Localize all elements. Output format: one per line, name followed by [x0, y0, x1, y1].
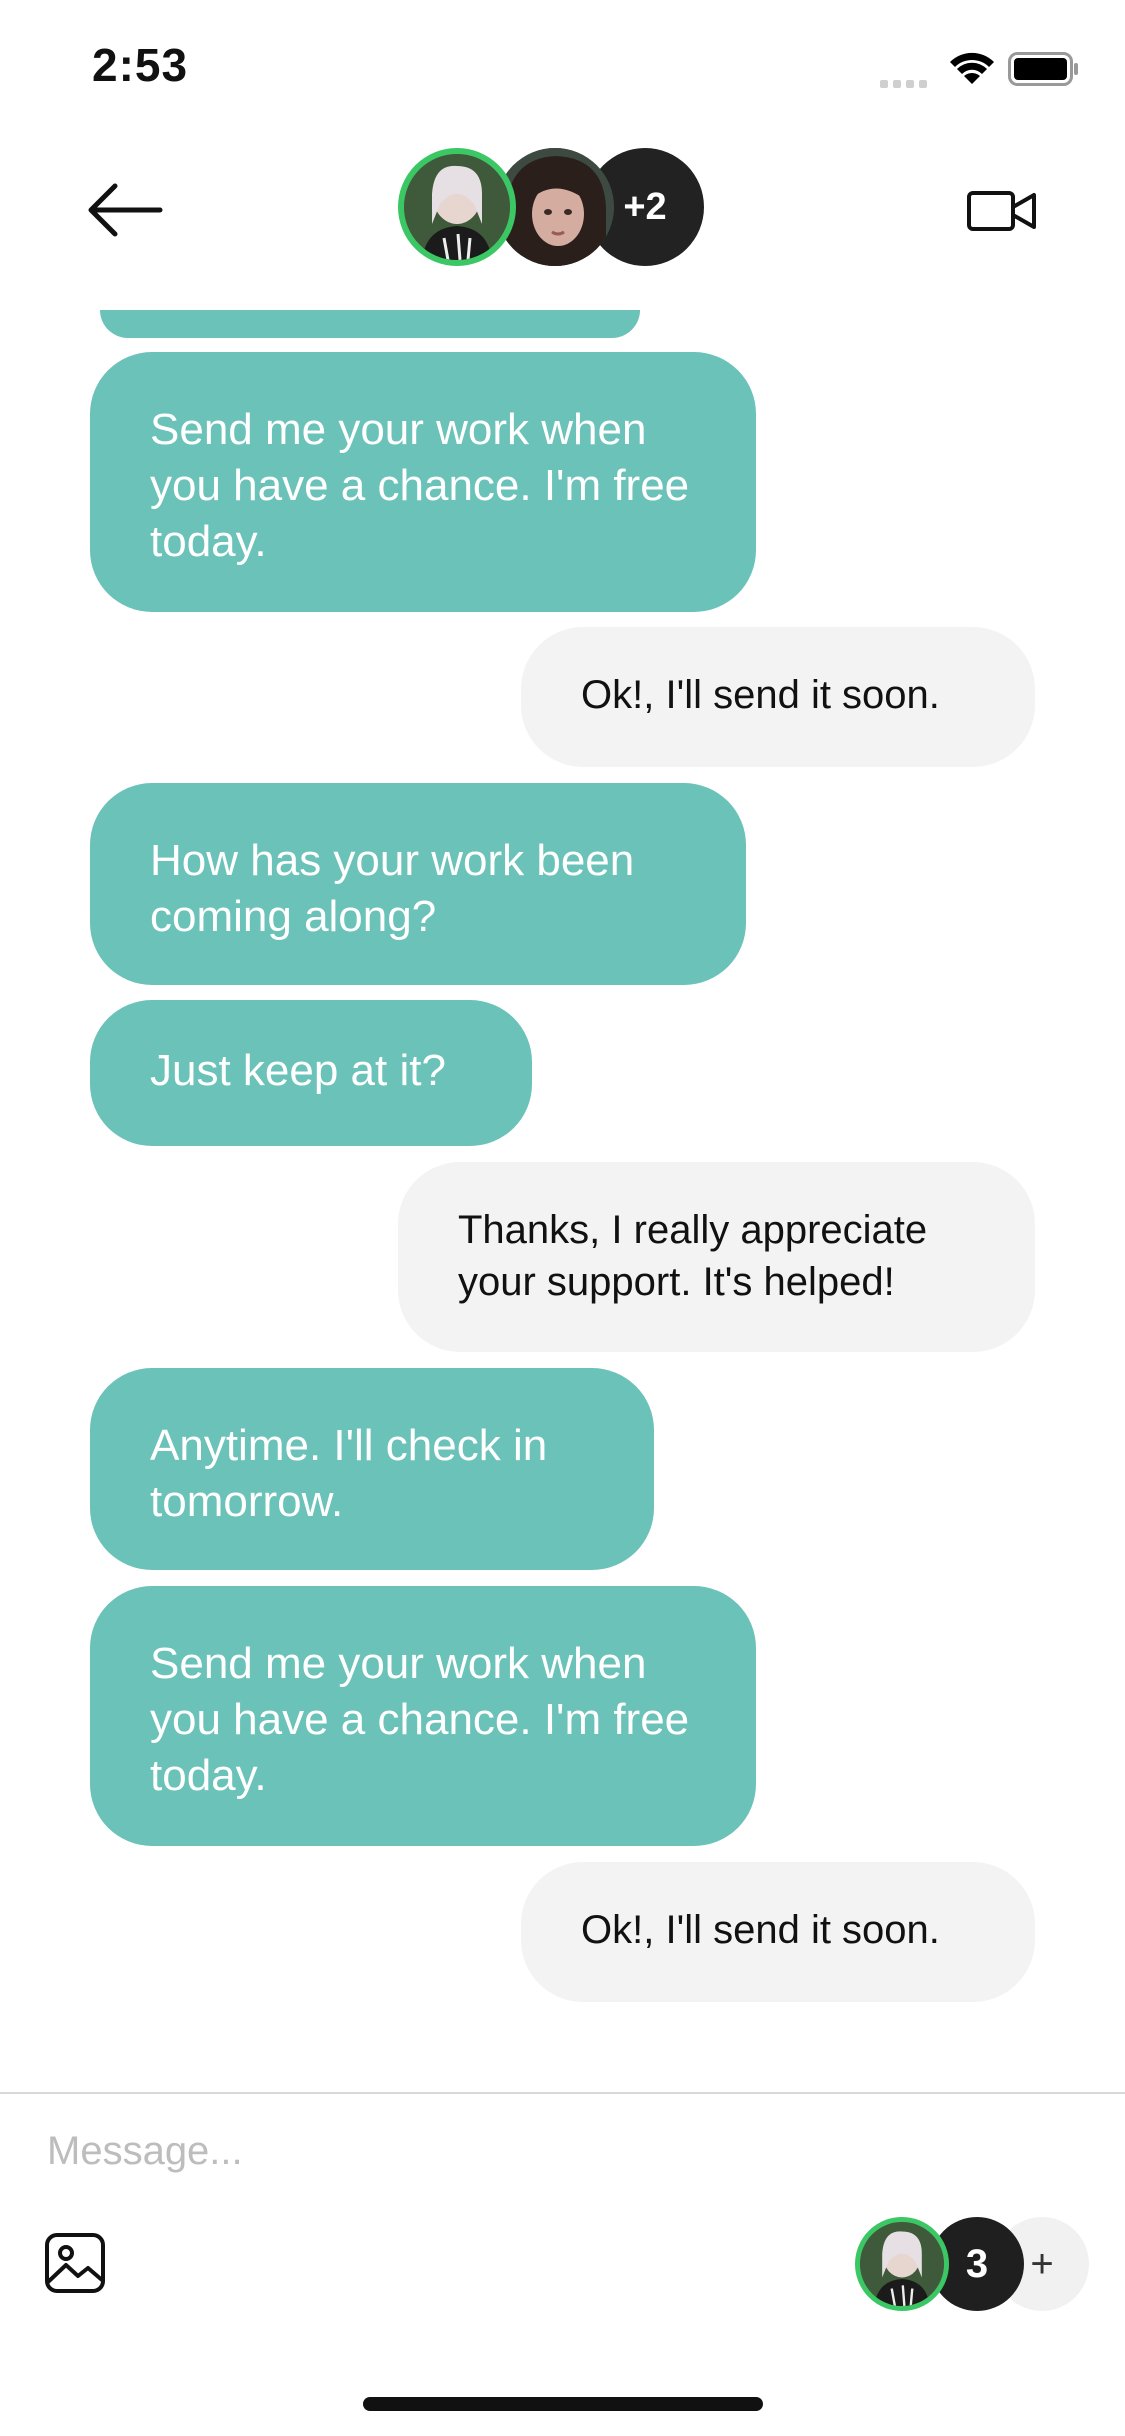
message-input[interactable]	[45, 2125, 849, 2177]
message-text: Just keep at it?	[150, 1046, 446, 1095]
message-text: Ok!, I'll send it soon.	[581, 1908, 940, 1952]
message-bubble-incoming[interactable]: Ok!, I'll send it soon.	[521, 627, 1035, 767]
person-avatar-icon	[860, 2222, 944, 2306]
chat-header: +2	[0, 130, 1125, 320]
gallery-icon[interactable]	[44, 2232, 106, 2294]
home-indicator	[363, 2397, 763, 2411]
message-text: How has your work been coming along?	[150, 836, 635, 941]
message-bubble-incoming[interactable]: Ok!, I'll send it soon.	[521, 1862, 1035, 2002]
battery-icon	[1008, 52, 1078, 86]
avatar[interactable]	[398, 148, 516, 266]
status-time: 2:53	[92, 39, 189, 91]
message-bubble-outgoing[interactable]: Anytime. I'll check in tomorrow.	[90, 1368, 654, 1570]
message-bubble-outgoing[interactable]: Just keep at it?	[90, 1000, 532, 1146]
message-text: Ok!, I'll send it soon.	[581, 673, 940, 717]
person-avatar-icon	[404, 154, 510, 260]
message-bubble-partial	[100, 310, 640, 338]
avatar[interactable]	[855, 2217, 949, 2311]
message-bubble-outgoing[interactable]: Send me your work when you have a chance…	[90, 1586, 756, 1846]
signal-icon	[880, 75, 932, 88]
wifi-icon	[950, 52, 994, 84]
message-text: Send me your work when you have a chance…	[150, 1639, 690, 1800]
participants-avatars[interactable]: +2	[398, 148, 704, 272]
message-list[interactable]: Send me your work when you have a chance…	[0, 300, 1125, 2090]
message-text: Thanks, I really appreciate your support…	[458, 1208, 928, 1304]
message-text: Send me your work when you have a chance…	[150, 405, 690, 566]
composer-participants[interactable]: 3 +	[855, 2217, 1089, 2313]
composer-divider	[0, 2092, 1125, 2094]
back-arrow-icon[interactable]	[85, 180, 165, 240]
message-text: Anytime. I'll check in tomorrow.	[150, 1421, 548, 1526]
message-bubble-incoming[interactable]: Thanks, I really appreciate your support…	[398, 1162, 1035, 1352]
video-camera-icon[interactable]	[966, 185, 1038, 235]
message-bubble-outgoing[interactable]: Send me your work when you have a chance…	[90, 352, 756, 612]
status-bar: 2:53	[0, 0, 1125, 130]
message-bubble-outgoing[interactable]: How has your work been coming along?	[90, 783, 746, 985]
